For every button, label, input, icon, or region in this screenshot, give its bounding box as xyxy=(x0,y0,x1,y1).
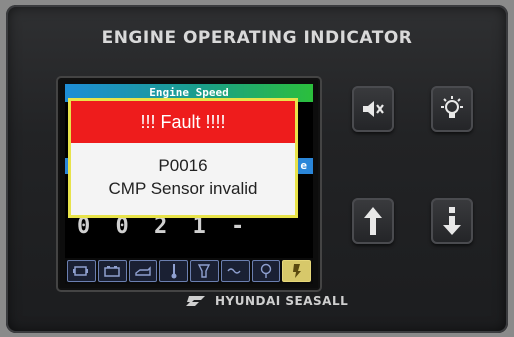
mute-icon xyxy=(363,101,384,117)
brand-name: HYUNDAI SEASALL xyxy=(215,294,349,308)
status-icon-row xyxy=(65,258,313,284)
backlight-button[interactable] xyxy=(431,86,473,132)
arrow-down-icon xyxy=(443,207,461,235)
fault-dialog: !!! Fault !!!! P0016 CMP Sensor invalid xyxy=(68,98,298,218)
brand-logo: HYUNDAI SEASALL xyxy=(185,291,348,311)
brand-mark-icon xyxy=(186,296,205,306)
panel-title: ENGINE OPERATING INDICATOR xyxy=(101,28,413,48)
down-button[interactable] xyxy=(431,198,473,244)
fault-message: CMP Sensor invalid xyxy=(108,179,258,198)
up-button[interactable] xyxy=(352,198,394,244)
arrow-up-icon xyxy=(364,207,382,235)
lightbulb-icon xyxy=(441,96,463,118)
background-readout: 0 0 2 1 - xyxy=(77,214,251,239)
fault-header: !!! Fault !!!! xyxy=(71,101,295,143)
oil-pressure-icon xyxy=(128,260,158,282)
glow-plug-icon xyxy=(220,260,250,282)
fault-code: P0016 xyxy=(158,156,208,175)
battery-icon xyxy=(97,260,127,282)
mute-button[interactable] xyxy=(352,86,394,132)
temperature-icon xyxy=(159,260,188,282)
engine-icon xyxy=(67,260,96,282)
warning-icon xyxy=(251,260,281,282)
alert-icon xyxy=(282,260,311,282)
filter-icon xyxy=(190,260,219,282)
